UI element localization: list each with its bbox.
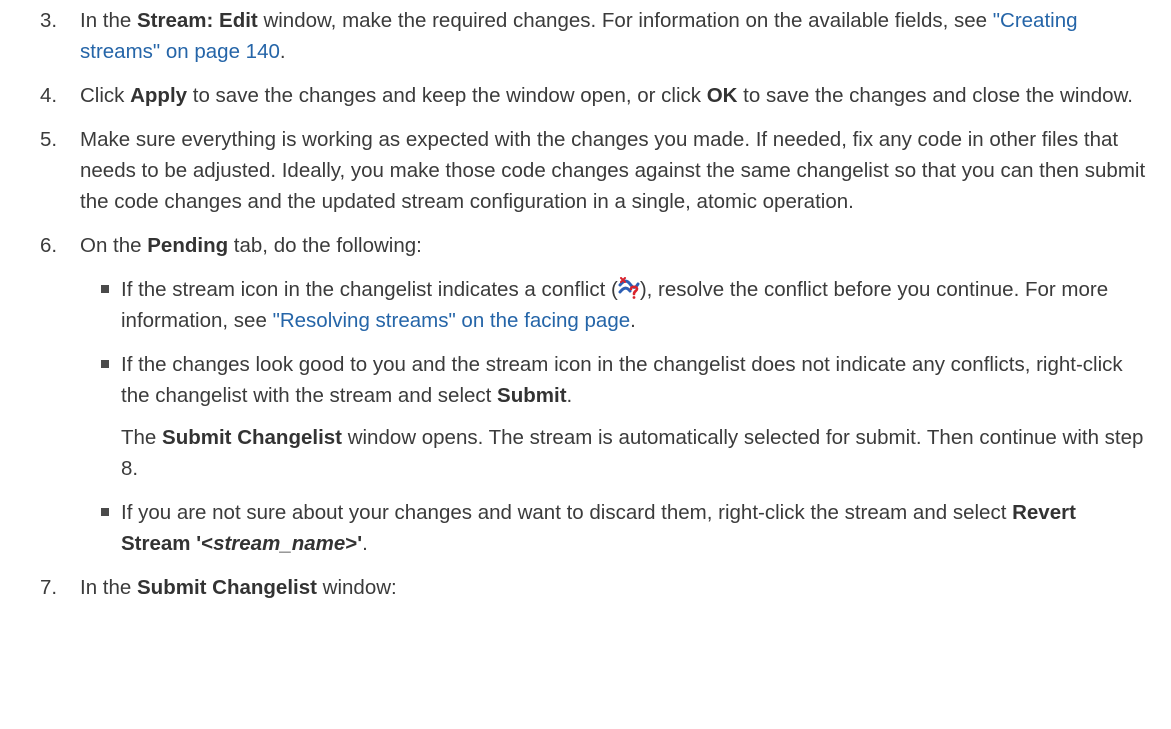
step-5: 5. Make sure everything is working as ex… [0,124,1171,217]
text-run: to save the changes and keep the window … [187,84,707,107]
text-run: If the changes look good to you and the … [121,353,1123,407]
step-6-bullets: If the stream icon in the changelist ind… [0,274,1171,559]
text-run: . [566,384,573,407]
text-run: On the [80,234,148,257]
placeholder-stream-name: stream_name [213,532,346,555]
bullet-item: If the stream icon in the changelist ind… [0,274,1171,336]
bullet-text: If the changes look good to you and the … [121,353,1123,407]
bullet-marker [101,360,109,368]
step-number: 5. [40,128,58,151]
text-run: window: [316,576,397,599]
step-text: In the Stream: Edit window, make the req… [80,9,1078,63]
step-text: On the Pending tab, do the following: [80,234,422,257]
link-resolving-streams[interactable]: "Resolving streams" on the facing page [273,309,631,332]
bullet-note: The Submit Changelist window opens. The … [0,422,1171,484]
ui-term-submit-changelist: Submit Changelist [137,576,317,599]
step-4: 4. Click Apply to save the changes and k… [0,80,1171,111]
step-number: 4. [40,84,58,107]
step-number: 7. [40,576,58,599]
text-run: tab, do the following: [228,234,422,257]
step-number: 3. [40,9,58,32]
text-run: If the stream icon in the changelist ind… [121,278,618,301]
bullet-text: If you are not sure about your changes a… [121,501,1076,555]
step-3: 3. In the Stream: Edit window, make the … [0,5,1171,67]
ui-term-apply: Apply [130,84,188,107]
text-run: In the [80,9,137,32]
ui-term-stream-edit: Stream: Edit [137,9,258,32]
document-page: 3. In the Stream: Edit window, make the … [0,0,1171,603]
step-7: 7. In the Submit Changelist window: [0,572,1171,603]
text-run: In the [80,576,137,599]
stream-conflict-icon [618,277,640,299]
bullet-item: If the changes look good to you and the … [0,349,1171,411]
ui-term-pending: Pending [147,234,229,257]
ui-term-submit: Submit [497,384,567,407]
text-run: . [279,40,286,63]
text-run: The [121,426,163,449]
text-run: If you are not sure about your changes a… [121,501,1013,524]
bullet-item: If you are not sure about your changes a… [0,497,1171,559]
step-number: 6. [40,234,58,257]
text-run: >' [345,532,363,555]
bullet-marker [101,285,109,293]
bullet-text: If the stream icon in the changelist ind… [121,277,1108,332]
step-6: 6. On the Pending tab, do the following: [0,230,1171,261]
ui-term-ok: OK [706,84,738,107]
step-text: Make sure everything is working as expec… [80,128,1146,213]
text-run: Click [80,84,131,107]
step-text: In the Submit Changelist window: [80,576,397,599]
text-run: window, make the required changes. For i… [257,9,993,32]
bullet-marker [101,508,109,516]
text-run: . [630,309,636,332]
ui-term-submit-changelist: Submit Changelist [162,426,342,449]
step-text: Click Apply to save the changes and keep… [80,84,1133,107]
text-run: to save the changes and close the window… [737,84,1133,107]
text-run: . [362,532,368,555]
